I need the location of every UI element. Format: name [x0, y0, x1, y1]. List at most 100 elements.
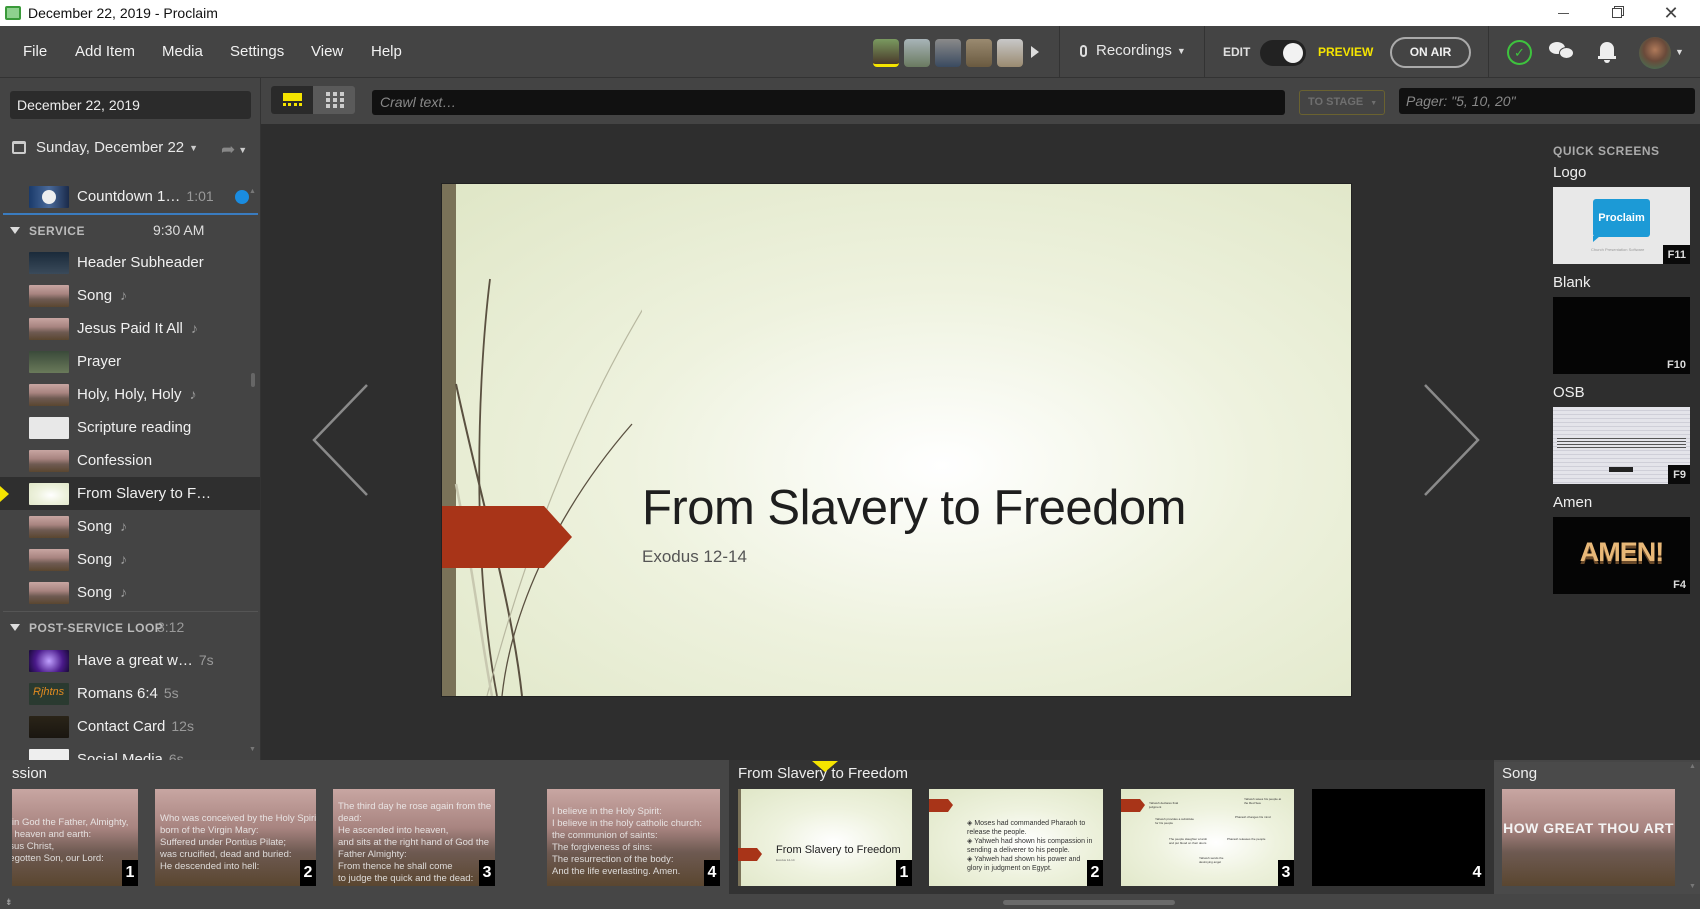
- quick-screens-heading: QUICK SCREENS: [1553, 144, 1660, 158]
- team-avatar[interactable]: [873, 39, 899, 67]
- section-header-service[interactable]: SERVICE 9:30 AM: [0, 216, 260, 246]
- item-thumbnail: [29, 350, 69, 373]
- restore-icon: [1612, 8, 1622, 18]
- proclaim-app-icon: [5, 6, 21, 20]
- team-avatar[interactable]: [935, 39, 961, 67]
- item-thumbnail: [29, 515, 69, 538]
- collapse-strip-icon[interactable]: ⇟: [5, 897, 13, 908]
- list-item[interactable]: Have a great w… 7s: [0, 644, 260, 677]
- hotkey-badge: F4: [1673, 579, 1686, 591]
- slide-thumbnail-current[interactable]: From Slavery to Freedom Exodus 12-14 1: [738, 789, 912, 886]
- menu-add-item[interactable]: Add Item: [75, 26, 135, 78]
- list-item[interactable]: Confession: [0, 444, 260, 477]
- list-item[interactable]: Prayer: [0, 345, 260, 378]
- slide-number: 1: [896, 860, 912, 886]
- play-icon: [42, 189, 56, 204]
- sidebar-scrollbar-thumb[interactable]: [251, 373, 255, 387]
- chevron-down-icon: ▼: [1370, 100, 1378, 107]
- item-thumbnail: [29, 715, 69, 738]
- slide-thumbnail[interactable]: I believe in the Holy Spirit: I believe i…: [547, 789, 720, 886]
- slide-thumbnail[interactable]: The third day he rose again from the dead…: [333, 789, 495, 886]
- edit-label: EDIT: [1223, 45, 1251, 59]
- slide-thumbnail[interactable]: ◈ Moses had commanded Pharaoh to release…: [929, 789, 1103, 886]
- crawl-text-input[interactable]: Crawl text…: [372, 90, 1285, 115]
- strip-group-title: Song: [1502, 765, 1538, 782]
- divider: [1204, 26, 1205, 78]
- single-slide-view-button[interactable]: [271, 86, 313, 114]
- restore-button[interactable]: [1590, 0, 1644, 26]
- strip-scroll-up-arrow-icon[interactable]: ▲: [1689, 763, 1696, 770]
- team-avatar[interactable]: [904, 39, 930, 67]
- quick-screen-amen[interactable]: AMEN! F4: [1553, 517, 1690, 594]
- menu-help[interactable]: Help: [371, 26, 402, 78]
- to-stage-dropdown[interactable]: TO STAGE ▼: [1299, 90, 1385, 115]
- slide-thumbnail[interactable]: Yahweh declares final judgment Yahweh sa…: [1121, 789, 1294, 886]
- now-playing-divider: [3, 213, 258, 215]
- scroll-down-arrow-icon[interactable]: ▼: [249, 746, 256, 753]
- menu-file[interactable]: File: [23, 26, 47, 78]
- team-avatar[interactable]: [997, 39, 1023, 67]
- main-slide-preview[interactable]: From Slavery to Freedom Exodus 12-14: [442, 184, 1351, 696]
- item-thumbnail: [29, 251, 69, 274]
- grid-view-button[interactable]: [313, 86, 355, 114]
- slide-thumbnail[interactable]: e in God the Father, Almighty, of heaven …: [12, 789, 138, 886]
- notifications-bell-icon[interactable]: [1598, 40, 1616, 64]
- item-thumbnail: [29, 548, 69, 571]
- previous-slide-arrow-icon[interactable]: [310, 383, 370, 497]
- section-header-post-service-loop[interactable]: POST-SERVICE LOOP 3:12: [0, 613, 260, 643]
- item-thumbnail: [29, 449, 69, 472]
- pager-input[interactable]: Pager: "5, 10, 20": [1399, 88, 1695, 114]
- account-chevron-down-icon[interactable]: ▼: [1675, 47, 1684, 57]
- more-avatars-arrow-icon[interactable]: [1031, 46, 1039, 58]
- strip-horizontal-scrollbar-thumb[interactable]: [1003, 900, 1175, 905]
- recordings-dropdown[interactable]: Recordings ▼: [1080, 42, 1186, 59]
- strip-scroll-down-arrow-icon[interactable]: ▼: [1689, 883, 1696, 890]
- list-item[interactable]: Song ♪: [0, 543, 260, 576]
- music-note-icon: ♪: [190, 320, 198, 336]
- team-avatar[interactable]: [966, 39, 992, 67]
- item-thumbnail: [29, 185, 69, 208]
- list-item[interactable]: Rjhtns Romans 6:4 5s: [0, 677, 260, 710]
- slide-number: 2: [300, 860, 316, 886]
- list-item[interactable]: Contact Card 12s: [0, 710, 260, 743]
- scroll-up-arrow-icon[interactable]: ▲: [249, 188, 256, 195]
- menu-settings[interactable]: Settings: [230, 26, 284, 78]
- slide-number: 2: [1087, 860, 1103, 886]
- list-item[interactable]: Holy, Holy, Holy ♪: [0, 378, 260, 411]
- list-item[interactable]: Scripture reading: [0, 411, 260, 444]
- user-avatar[interactable]: [1639, 37, 1671, 69]
- music-note-icon: ♪: [120, 287, 128, 303]
- quick-screen-blank[interactable]: F10: [1553, 297, 1690, 374]
- edit-preview-toggle[interactable]: [1260, 40, 1306, 66]
- service-date-field[interactable]: December 22, 2019: [10, 91, 251, 119]
- list-item[interactable]: Social Media 6s: [0, 743, 260, 760]
- next-slide-arrow-icon[interactable]: [1422, 383, 1482, 497]
- proclaim-logo: Proclaim: [1593, 199, 1650, 237]
- service-day-selector[interactable]: Sunday, December 22 ▼: [12, 139, 198, 156]
- close-button[interactable]: ✕: [1644, 0, 1698, 26]
- on-air-button[interactable]: ON AIR: [1390, 37, 1471, 68]
- slide-thumbnail[interactable]: HOW GREAT THOU ART: [1502, 789, 1675, 886]
- slide-thumbnail[interactable]: Who was conceived by the Holy Spirit, bor…: [155, 789, 316, 886]
- music-note-icon: ♪: [189, 386, 197, 402]
- minimize-button[interactable]: [1536, 0, 1590, 26]
- quick-screen-osb[interactable]: F9: [1553, 407, 1690, 484]
- list-item-selected[interactable]: From Slavery to F…: [0, 477, 260, 510]
- list-item[interactable]: Header Subheader: [0, 246, 260, 279]
- list-item[interactable]: Song ♪: [0, 576, 260, 609]
- divider: [1059, 26, 1060, 78]
- menu-view[interactable]: View: [311, 26, 343, 78]
- list-item[interactable]: Song ♪: [0, 510, 260, 543]
- menu-media[interactable]: Media: [162, 26, 203, 78]
- share-arrow-icon: ➦: [221, 140, 236, 159]
- share-button[interactable]: ➦ ▼: [221, 140, 247, 160]
- list-item[interactable]: Jesus Paid It All ♪: [0, 312, 260, 345]
- grid-icon: [326, 92, 344, 108]
- slide-number: 3: [1278, 860, 1294, 886]
- sync-status-check-icon[interactable]: ✓: [1507, 40, 1532, 65]
- collapse-triangle-icon: [10, 227, 20, 234]
- quick-screen-logo[interactable]: Proclaim Church Presentation Software F1…: [1553, 187, 1690, 264]
- slide-thumbnail-blank[interactable]: 4: [1312, 789, 1485, 886]
- list-item-countdown[interactable]: Countdown 1… 1:01: [0, 180, 260, 213]
- list-item[interactable]: Song ♪: [0, 279, 260, 312]
